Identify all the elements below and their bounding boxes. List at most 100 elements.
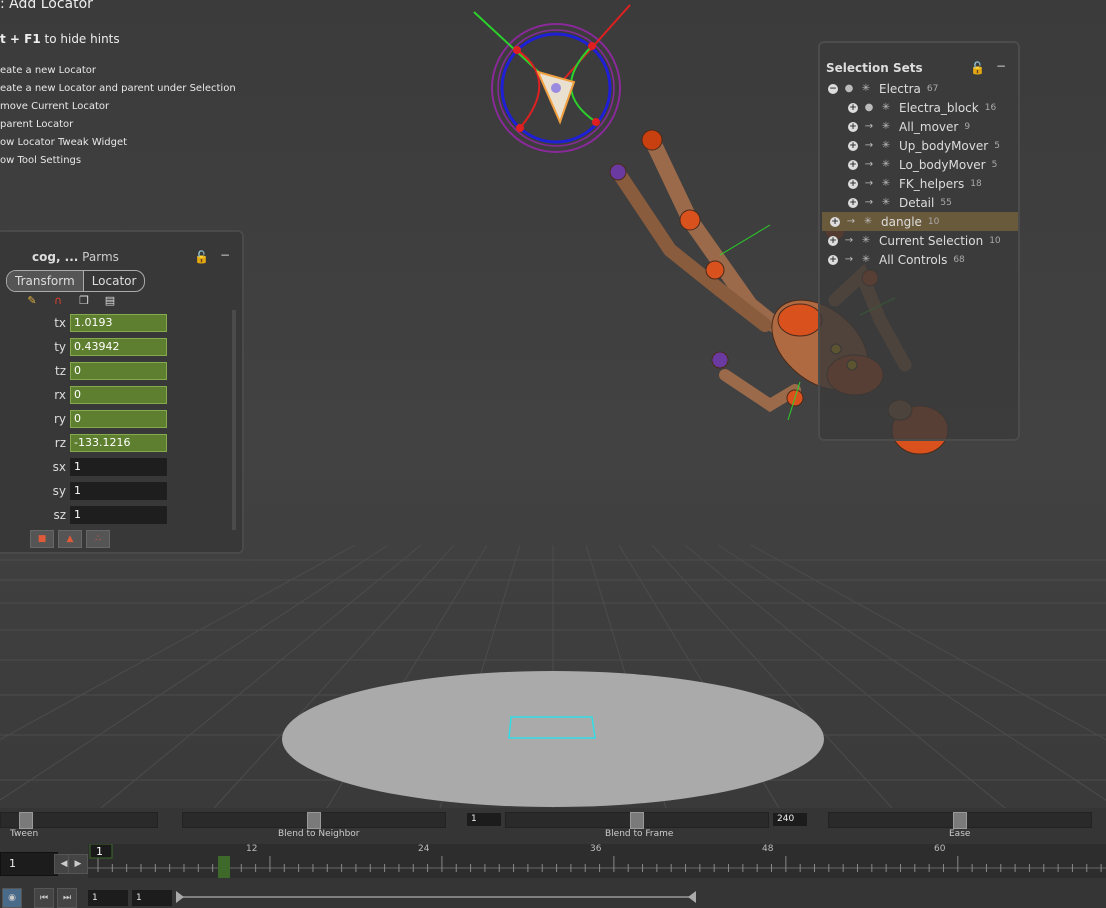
lock-icon[interactable]: 🔓: [194, 250, 209, 264]
field-value[interactable]: 0: [70, 386, 167, 404]
set-type-icon[interactable]: ●: [862, 102, 876, 114]
blend-frame-label: Blend to Frame: [605, 829, 674, 839]
selection-set-row[interactable]: + → ✳ All_mover 9: [820, 117, 970, 136]
tick-label: 60: [934, 844, 946, 854]
current-frame-field[interactable]: 1: [0, 852, 58, 876]
set-type-icon[interactable]: →: [842, 254, 856, 266]
ease-slider[interactable]: [828, 812, 1092, 829]
selection-set-row[interactable]: + → ✳ Detail 55: [820, 193, 952, 212]
expand-toggle-icon[interactable]: +: [848, 197, 858, 208]
field-sy: sy 1: [34, 482, 167, 500]
set-type-icon[interactable]: →: [842, 235, 856, 247]
tween-knob[interactable]: [19, 812, 33, 829]
selection-set-count: 16: [984, 102, 997, 113]
set-select-icon[interactable]: ✳: [879, 159, 893, 171]
set-select-icon[interactable]: ✳: [879, 121, 893, 133]
jump-end-icon[interactable]: ⏭: [57, 888, 77, 908]
parms-scrollbar[interactable]: [232, 310, 236, 530]
copy-icon[interactable]: ❐: [76, 294, 92, 308]
range-start-field[interactable]: 1: [88, 890, 128, 906]
selection-set-row[interactable]: + → ✳ Lo_bodyMover 5: [820, 155, 997, 174]
hint-toggle: t + F1 to hide hints: [0, 32, 120, 46]
selection-set-row[interactable]: − ● ✳ Electra 67: [820, 79, 938, 98]
tween-slider[interactable]: [0, 812, 158, 829]
expand-toggle-icon[interactable]: +: [848, 140, 858, 151]
range-end-field[interactable]: 1: [132, 890, 172, 906]
expand-toggle-icon[interactable]: +: [848, 102, 858, 113]
expand-toggle-icon[interactable]: +: [848, 121, 858, 132]
step-forward-icon[interactable]: ▶: [68, 854, 88, 874]
selection-set-count: 55: [940, 197, 952, 208]
selection-set-row[interactable]: + → ✳ All Controls 68: [820, 250, 965, 269]
key-all-icon[interactable]: ■: [30, 530, 54, 548]
lock-icon[interactable]: 🔓: [970, 61, 985, 75]
brush-icon[interactable]: ✎: [24, 294, 40, 308]
field-value[interactable]: 1.0193: [70, 314, 167, 332]
set-select-icon[interactable]: ✳: [859, 254, 873, 266]
set-select-icon[interactable]: ✳: [859, 83, 873, 95]
expand-toggle-icon[interactable]: +: [848, 178, 858, 189]
tab-locator[interactable]: Locator: [82, 271, 145, 291]
blend-end-field[interactable]: 240: [773, 813, 807, 826]
tab-transform[interactable]: Transform: [7, 271, 83, 291]
selection-set-count: 5: [991, 159, 998, 170]
selection-set-count: 10: [927, 216, 940, 227]
paste-icon[interactable]: ▤: [102, 294, 118, 308]
set-type-icon[interactable]: →: [862, 159, 876, 171]
selection-set-row[interactable]: + → ✳ Up_bodyMover 5: [820, 136, 1000, 155]
collapse-toggle-icon[interactable]: −: [828, 83, 838, 94]
tick-label: 12: [246, 844, 258, 854]
field-label: sy: [52, 484, 66, 498]
expand-toggle-icon[interactable]: +: [828, 254, 838, 265]
hint-item: parent Locator: [0, 119, 74, 130]
blend-frame-knob[interactable]: [630, 812, 644, 829]
expand-toggle-icon[interactable]: +: [828, 235, 838, 246]
field-rx: rx 0: [34, 386, 167, 404]
set-select-icon[interactable]: ✳: [879, 197, 893, 209]
selection-set-row[interactable]: + ● ✳ Electra_block 16: [820, 98, 996, 117]
tween-label: Tween: [10, 829, 39, 839]
selection-set-name: All_mover: [899, 119, 959, 134]
field-value[interactable]: 0.43942: [70, 338, 167, 356]
blend-neighbor-slider[interactable]: [182, 812, 446, 829]
field-value[interactable]: 0: [70, 362, 167, 380]
jump-start-icon[interactable]: ⏮: [34, 888, 54, 908]
expand-toggle-icon[interactable]: +: [830, 216, 840, 227]
blend-sliders: Tween Blend to Neighbor 1 Blend to Frame…: [0, 810, 1106, 839]
range-bar[interactable]: [174, 886, 1104, 908]
set-icons: → ✳: [842, 254, 873, 266]
field-value[interactable]: 1: [70, 482, 167, 500]
blend-frame-slider[interactable]: [505, 812, 769, 829]
field-label: ry: [53, 412, 66, 426]
collapse-icon[interactable]: −: [996, 59, 1006, 73]
field-value[interactable]: 0: [70, 410, 167, 428]
selection-set-row[interactable]: + → ✳ dangle 10: [822, 212, 1018, 231]
set-select-icon[interactable]: ✳: [859, 235, 873, 247]
set-select-icon[interactable]: ✳: [879, 102, 893, 114]
timeline-ruler[interactable]: 1 12 24 36 48 60: [88, 844, 1106, 878]
set-select-icon[interactable]: ✳: [861, 216, 875, 228]
expand-toggle-icon[interactable]: +: [848, 159, 858, 170]
field-value[interactable]: 1: [70, 506, 167, 524]
set-type-icon[interactable]: →: [844, 216, 858, 228]
collapse-icon[interactable]: −: [220, 248, 230, 262]
field-value[interactable]: 1: [70, 458, 167, 476]
set-select-icon[interactable]: ✳: [879, 140, 893, 152]
set-select-icon[interactable]: ✳: [879, 178, 893, 190]
blend-start-field[interactable]: 1: [467, 813, 501, 826]
key-selected-icon[interactable]: ▲: [58, 530, 82, 548]
selection-set-count: 68: [953, 254, 965, 265]
set-type-icon[interactable]: →: [862, 121, 876, 133]
set-type-icon[interactable]: →: [862, 197, 876, 209]
set-type-icon[interactable]: →: [862, 140, 876, 152]
magnet-icon[interactable]: ∩: [50, 294, 66, 308]
selection-set-row[interactable]: + → ✳ Current Selection 10: [820, 231, 1001, 250]
ease-knob[interactable]: [953, 812, 967, 829]
audio-icon[interactable]: ◉: [2, 888, 22, 908]
key-tree-icon[interactable]: ∴: [86, 530, 110, 548]
field-value[interactable]: -133.1216: [70, 434, 167, 452]
set-type-icon[interactable]: →: [862, 178, 876, 190]
set-type-icon[interactable]: ●: [842, 83, 856, 95]
blend-neighbor-knob[interactable]: [307, 812, 321, 829]
selection-set-row[interactable]: + → ✳ FK_helpers 18: [820, 174, 982, 193]
